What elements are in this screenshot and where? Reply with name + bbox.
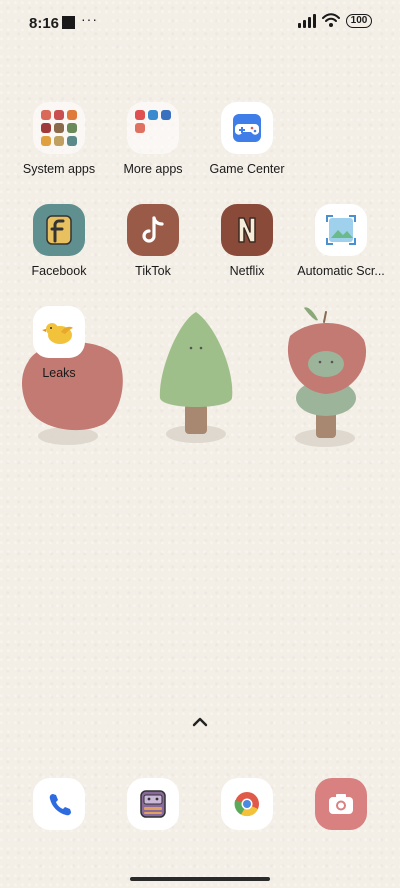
phone-icon: [49, 794, 71, 816]
wifi-icon: [322, 13, 340, 27]
app-facebook[interactable]: Facebook: [9, 204, 109, 278]
swipe-up-chevron-icon[interactable]: [189, 711, 211, 733]
chrome-icon: [234, 792, 259, 817]
screenshot-icon: [315, 204, 367, 256]
app-automatic-screenshot[interactable]: Automatic Scr...: [291, 204, 391, 278]
app-label: System apps: [22, 162, 96, 176]
tiktok-icon: [127, 204, 179, 256]
app-system-apps[interactable]: System apps: [9, 102, 109, 176]
messages-icon: [140, 790, 166, 818]
dock-messages-app[interactable]: [127, 778, 179, 830]
app-label: More apps: [123, 162, 183, 176]
app-more-apps[interactable]: More apps: [103, 102, 203, 176]
bird-icon: [33, 306, 85, 358]
app-label: Facebook: [31, 264, 87, 278]
folder-icon: [127, 102, 179, 154]
facebook-icon: [33, 204, 85, 256]
app-label: TikTok: [135, 264, 171, 278]
app-tiktok[interactable]: TikTok: [103, 204, 203, 278]
app-netflix[interactable]: Netflix: [197, 204, 297, 278]
app-label: Netflix: [229, 264, 265, 278]
more-notifications-icon: ···: [81, 11, 98, 27]
signal-icon: [298, 13, 316, 28]
status-time: 8:16: [29, 15, 60, 32]
notification-square-icon: [62, 16, 75, 29]
status-bar: 8:16 ··· 100: [0, 0, 400, 44]
battery-indicator: 100: [346, 13, 372, 28]
netflix-icon: [221, 204, 273, 256]
app-game-center[interactable]: Game Center: [197, 102, 297, 176]
camera-icon: [329, 794, 353, 814]
dock-camera-app[interactable]: [315, 778, 367, 830]
app-label: Automatic Scr...: [297, 264, 385, 278]
app-leaks[interactable]: Leaks: [9, 306, 109, 380]
dock-phone-app[interactable]: [33, 778, 85, 830]
home-indicator-bar[interactable]: [130, 877, 270, 881]
folder-icon: [33, 102, 85, 154]
app-label: Leaks: [42, 366, 76, 380]
gamepad-icon: [221, 102, 273, 154]
app-label: Game Center: [209, 162, 285, 176]
dock-chrome-app[interactable]: [221, 778, 273, 830]
